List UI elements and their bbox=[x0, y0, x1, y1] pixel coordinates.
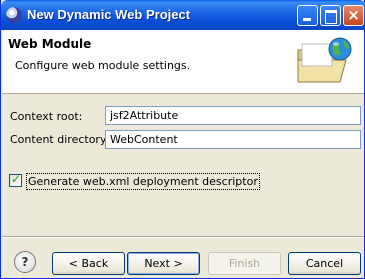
minimize-icon bbox=[298, 6, 317, 25]
maximize-icon bbox=[321, 6, 340, 25]
title-bar[interactable]: New Dynamic Web Project × bbox=[1, 0, 365, 30]
folder-globe-icon bbox=[297, 37, 352, 83]
generate-descriptor-checkbox[interactable]: ✓ bbox=[9, 172, 22, 187]
finish-button[interactable]: Finish bbox=[208, 252, 281, 275]
eclipse-icon bbox=[6, 7, 22, 23]
close-icon: × bbox=[347, 6, 360, 24]
checkmark-icon: ✓ bbox=[11, 172, 22, 186]
next-button[interactable]: Next > bbox=[127, 252, 200, 275]
wizard-window: New Dynamic Web Project × Web Module Con… bbox=[0, 0, 365, 279]
content-directory-field[interactable]: WebContent bbox=[105, 130, 361, 149]
cancel-button[interactable]: Cancel bbox=[288, 252, 361, 275]
help-button[interactable]: ? bbox=[14, 251, 36, 273]
content-directory-label: Content directory: bbox=[10, 133, 110, 146]
context-root-label: Context root: bbox=[10, 110, 83, 123]
window-title: New Dynamic Web Project bbox=[27, 7, 191, 22]
minimize-button[interactable] bbox=[297, 5, 318, 26]
generate-descriptor-label[interactable]: Generate web.xml deployment descriptor bbox=[26, 173, 260, 190]
context-root-field[interactable]: jsf2Attribute bbox=[105, 106, 361, 125]
close-button[interactable]: × bbox=[343, 5, 364, 26]
page-description: Configure web module settings. bbox=[15, 59, 191, 72]
wizard-banner: Web Module Configure web module settings… bbox=[2, 30, 364, 94]
back-button[interactable]: < Back bbox=[52, 252, 125, 275]
footer-separator bbox=[2, 236, 364, 238]
page-title: Web Module bbox=[8, 37, 92, 51]
maximize-button[interactable] bbox=[320, 5, 341, 26]
